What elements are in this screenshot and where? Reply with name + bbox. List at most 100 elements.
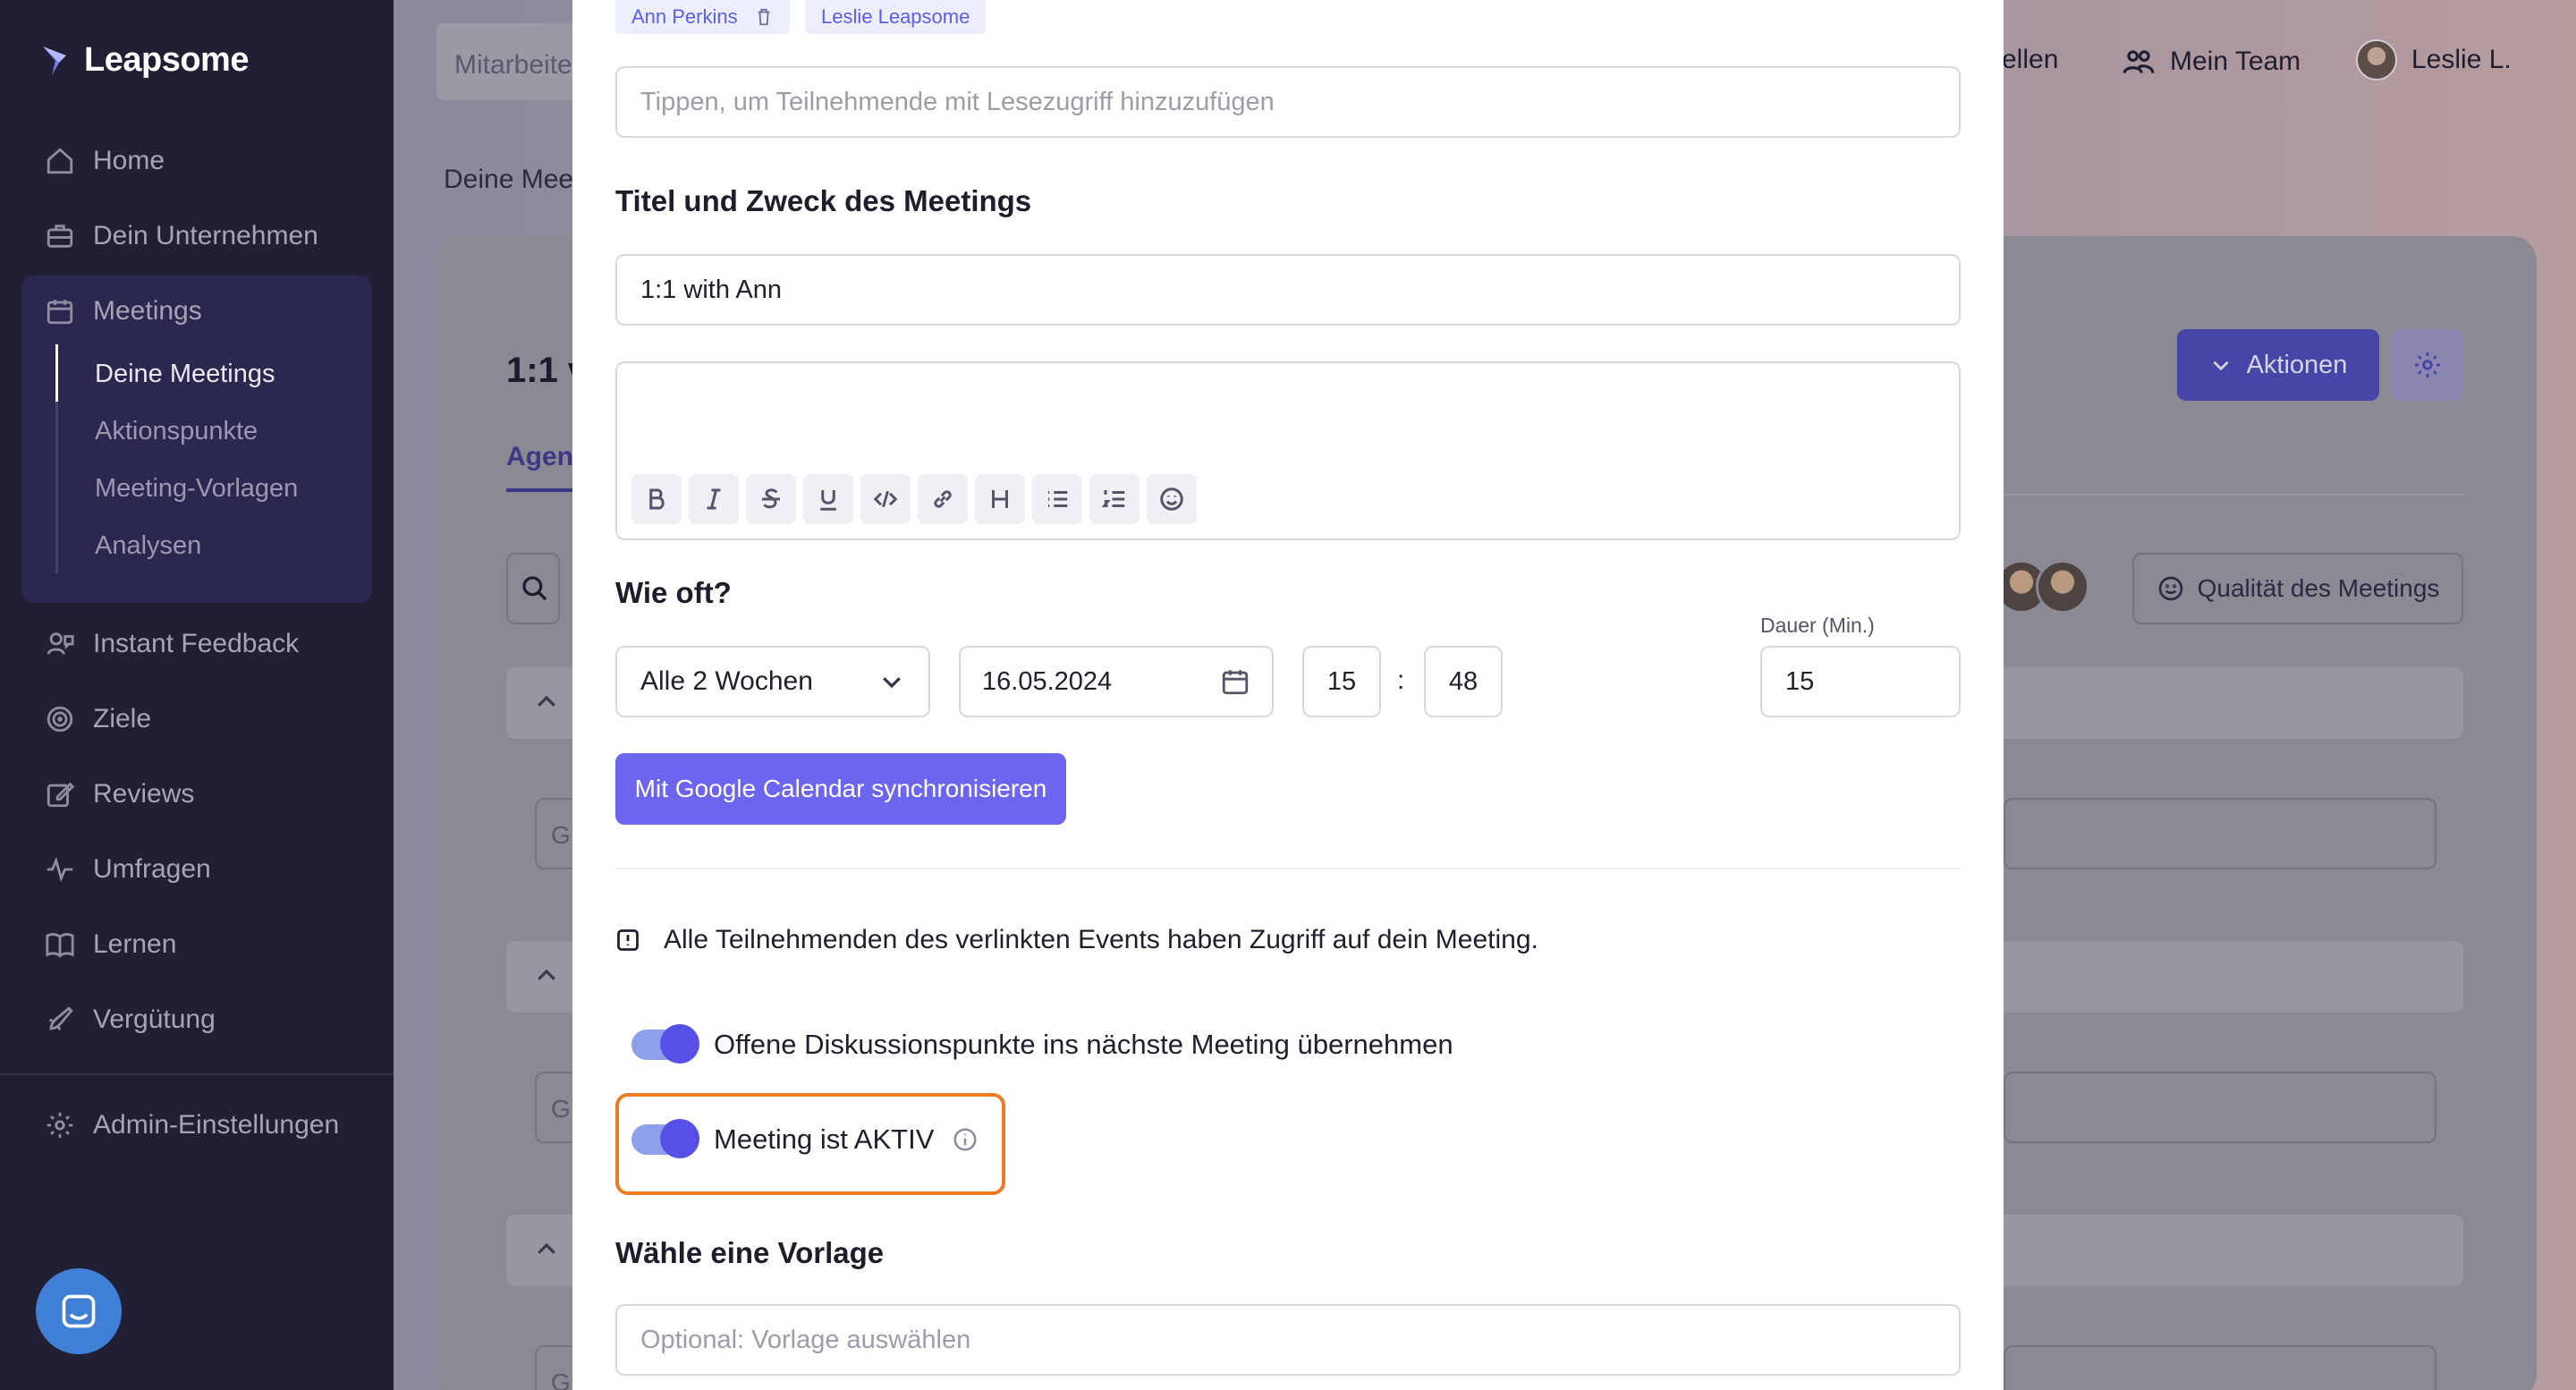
pulse-icon [47,856,73,883]
title-purpose-heading: Titel und Zweck des Meetings [615,184,1032,217]
chevron-down-icon [883,677,901,689]
calendar-icon [47,300,73,325]
home-icon [47,148,73,174]
frequency-select[interactable]: Alle 2 Wochen [615,646,930,717]
italic-icon [707,488,721,510]
sidebar-item-goals[interactable]: Ziele [45,699,151,739]
chat-icon [62,1294,96,1328]
actions-button[interactable]: Aktionen [2177,329,2379,401]
editor-toolbar [631,474,1197,524]
participant-chip[interactable]: Ann Perkins [615,0,790,34]
meeting-purpose-editor[interactable] [615,361,1961,540]
avatar [2036,560,2089,614]
template-heading: Wähle eine Vorlage [615,1236,885,1269]
sidebar-item-compensation[interactable]: Vergütung [45,1000,216,1039]
section-divider [615,868,1961,869]
heading-button[interactable] [975,474,1025,524]
bold-icon [649,488,665,510]
target-icon [47,706,73,733]
linked-event-notice: Alle Teilnehmenden des verlinkten Events… [615,925,1538,955]
emoji-button[interactable] [1147,474,1197,524]
sidebar-item-admin-settings[interactable]: Admin-Einstellungen [45,1106,339,1145]
time-separator: : [1397,665,1405,695]
underline-button[interactable] [803,474,853,524]
chevron-up-icon [538,1242,555,1254]
sidebar-item-learning[interactable]: Lernen [45,925,176,964]
meeting-settings-button[interactable] [2392,329,2463,401]
header-user-menu[interactable]: Leslie L. [2356,39,2512,81]
tab-agenda[interactable]: Agen [506,442,573,472]
link-button[interactable] [918,474,968,524]
carry-over-toggle-row: Offene Diskussionspunkte ins nächste Mee… [631,1024,1453,1064]
sidebar-subitem-analytics[interactable]: Analysen [95,531,201,561]
bullet-list-icon [1048,491,1068,507]
bullet-list-button[interactable] [1032,474,1082,524]
sidebar-item-instant-feedback[interactable]: Instant Feedback [45,624,299,664]
duration-label: Dauer (Min.) [1760,614,1875,637]
edit-icon [47,782,75,808]
info-icon[interactable] [952,1126,979,1153]
toggle-knob [660,1119,699,1158]
toggle-knob [660,1024,699,1064]
meeting-quality-button[interactable]: Qualität des Meetings [2132,553,2463,624]
agenda-search-button[interactable] [506,553,560,624]
sidebar-item-surveys[interactable]: Umfragen [45,850,211,889]
agenda-item-input-right[interactable] [2004,798,2436,869]
agenda-item-input-right[interactable] [2004,1072,2436,1143]
participant-chip[interactable]: Leslie Leapsome [805,0,987,34]
sidebar-subitem-my-meetings[interactable]: Deine Meetings [95,360,275,389]
frequency-heading: Wie oft? [615,576,732,609]
header-my-team[interactable]: Mein Team [2122,45,2301,79]
sidebar-item-company[interactable]: Dein Unternehmen [45,216,318,256]
rocket-icon [49,1006,73,1030]
chat-launcher-button[interactable] [36,1268,122,1354]
feedback-icon [47,632,74,655]
sidebar-subitem-action-items[interactable]: Aktionspunkte [95,417,258,446]
breadcrumb[interactable]: Deine Mee [444,165,573,195]
calendar-icon[interactable] [1220,666,1250,697]
sidebar-item-meetings[interactable]: Meetings [45,292,202,331]
strikethrough-icon [762,488,780,509]
app-logo[interactable]: Leapsome [39,41,249,80]
participant-avatars[interactable] [1995,560,2089,614]
start-date-input[interactable]: 16.05.2024 [959,646,1274,717]
chevron-up-icon [538,969,555,980]
hour-input[interactable]: 15 [1302,646,1381,717]
code-button[interactable] [860,474,911,524]
carry-over-toggle[interactable] [631,1024,699,1064]
bold-button[interactable] [631,474,682,524]
meeting-active-toggle[interactable] [631,1119,699,1158]
sidebar-item-home[interactable]: Home [45,141,165,181]
user-avatar [2356,39,2397,81]
book-icon [46,933,74,958]
code-icon [873,490,898,508]
gear-icon [47,1112,73,1139]
alert-icon [617,929,639,951]
chevron-up-icon [538,695,555,707]
chevron-down-icon [2213,360,2229,371]
minute-input[interactable]: 48 [1424,646,1503,717]
agenda-item-input-right[interactable] [2004,1345,2436,1390]
sidebar-item-reviews[interactable]: Reviews [45,775,194,814]
duration-input[interactable]: 15 [1760,646,1961,717]
sidebar: Leapsome Home Dein Unternehmen Meetings … [0,0,394,1390]
header-link-partial[interactable]: ellen [2002,45,2058,75]
gear-icon [2414,352,2441,378]
italic-button[interactable] [689,474,739,524]
meeting-title-input[interactable]: 1:1 with Ann [615,254,1961,326]
numbered-list-button[interactable] [1089,474,1140,524]
strikethrough-button[interactable] [746,474,796,524]
underline-icon [820,490,836,511]
tab-active-underline [506,488,578,492]
sidebar-subitem-templates[interactable]: Meeting-Vorlagen [95,474,298,504]
numbered-list-icon [1101,490,1125,507]
google-calendar-sync-button[interactable]: Mit Google Calendar synchronisieren [615,753,1066,825]
smiley-icon [2158,576,2182,601]
sidebar-divider [0,1073,394,1075]
search-icon [522,576,547,601]
link-icon [934,490,952,508]
trash-icon[interactable] [754,7,774,27]
template-select[interactable]: Optional: Vorlage auswählen [615,1304,1961,1376]
team-icon [2123,50,2155,74]
read-access-participants-input[interactable]: Tippen, um Teilnehmende mit Lesezugriff … [615,66,1961,138]
